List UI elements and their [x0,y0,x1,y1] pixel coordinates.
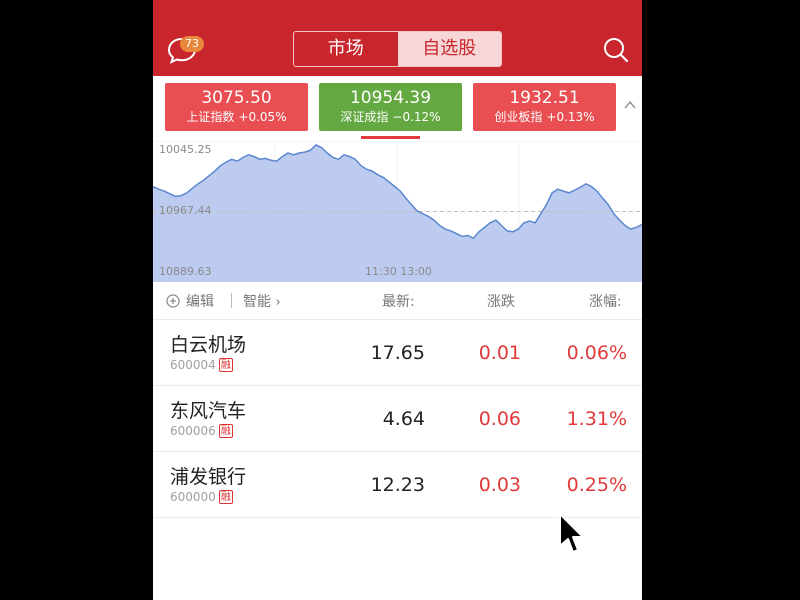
stock-change-pct: 0.25% [566,474,627,496]
index-value: 1932.51 [509,88,580,108]
stock-change: 0.01 [478,342,521,364]
index-name: 深证成指 [340,110,389,124]
edit-label: 编辑 [186,294,214,310]
index-card-shenzhen[interactable]: 10954.39 深证成指 −0.12% [319,83,462,131]
smart-label: 智能 [243,294,271,310]
phone-screen: 73 市场 自选股 3075.50 上证指数 +0.05% 10954.39 深证… [153,0,642,600]
index-card-shanghai[interactable]: 3075.50 上证指数 +0.05% [165,83,308,131]
stock-code: 600004 [170,358,216,372]
stock-name: 浦发银行 [170,466,247,488]
stock-price: 17.65 [370,342,425,364]
stock-row[interactable]: 白云机场 600004 融 17.65 0.01 0.06% [153,320,642,386]
margin-tag: 融 [218,424,233,438]
index-change: −0.12% [392,110,441,124]
view-switcher: 市场 自选股 [293,31,502,67]
index-card-chinext[interactable]: 1932.51 创业板指 +0.13% [473,83,616,131]
tab-market[interactable]: 市场 [294,32,398,66]
add-circle-icon [166,294,180,308]
mouse-pointer-icon [559,513,584,553]
index-value: 3075.50 [201,88,272,108]
y-axis-low-label: 10889.63 [159,265,212,278]
stock-name: 白云机场 [170,334,247,356]
stock-price: 4.64 [382,408,425,430]
search-icon[interactable] [603,37,629,63]
stock-price: 12.23 [370,474,425,496]
index-change: +0.13% [546,110,595,124]
y-axis-mid-label: 10967.44 [159,204,212,217]
stock-change-pct: 0.06% [566,342,627,364]
index-change: +0.05% [238,110,287,124]
margin-tag: 融 [218,490,233,504]
stock-code-line: 600006 融 [170,424,233,438]
stock-code: 600000 [170,490,216,504]
stock-code: 600006 [170,424,216,438]
stock-change: 0.06 [478,408,521,430]
index-value: 10954.39 [349,88,432,108]
watchlist-header: 编辑 智能 › 最新: 涨跌 涨幅: [153,282,642,320]
smart-sort-button[interactable]: 智能 › [243,291,281,311]
time-axis-label: 11:30 13:00 [365,265,432,278]
index-name: 创业板指 [494,110,543,124]
column-change-pct[interactable]: 涨幅: [589,291,622,311]
divider [231,293,232,308]
margin-tag: 融 [218,358,233,372]
index-chart: 10045.25 10967.44 10889.63 11:30 13:00 [153,141,642,282]
stock-change-pct: 1.31% [566,408,627,430]
column-change[interactable]: 涨跌 [487,291,515,311]
column-latest-price[interactable]: 最新: [382,291,415,311]
message-badge: 73 [180,36,204,52]
app-header: 73 市场 自选股 [153,0,642,76]
edit-button[interactable]: 编辑 [166,291,214,311]
intraday-chart [153,141,642,282]
selected-card-indicator [361,136,420,139]
y-axis-high-label: 10045.25 [159,143,212,156]
stock-change: 0.03 [478,474,521,496]
index-cards: 3075.50 上证指数 +0.05% 10954.39 深证成指 −0.12% 1… [153,76,642,141]
stock-code-line: 600000 融 [170,490,233,504]
tab-watchlist[interactable]: 自选股 [397,32,501,66]
stock-code-line: 600004 融 [170,358,233,372]
chevron-up-icon[interactable] [623,98,637,112]
stock-row[interactable]: 东风汽车 600006 融 4.64 0.06 1.31% [153,386,642,452]
stock-name: 东风汽车 [170,400,247,422]
index-name: 上证指数 [186,110,235,124]
stock-row[interactable]: 浦发银行 600000 融 12.23 0.03 0.25% [153,452,642,518]
chevron-right-icon: › [275,295,281,310]
